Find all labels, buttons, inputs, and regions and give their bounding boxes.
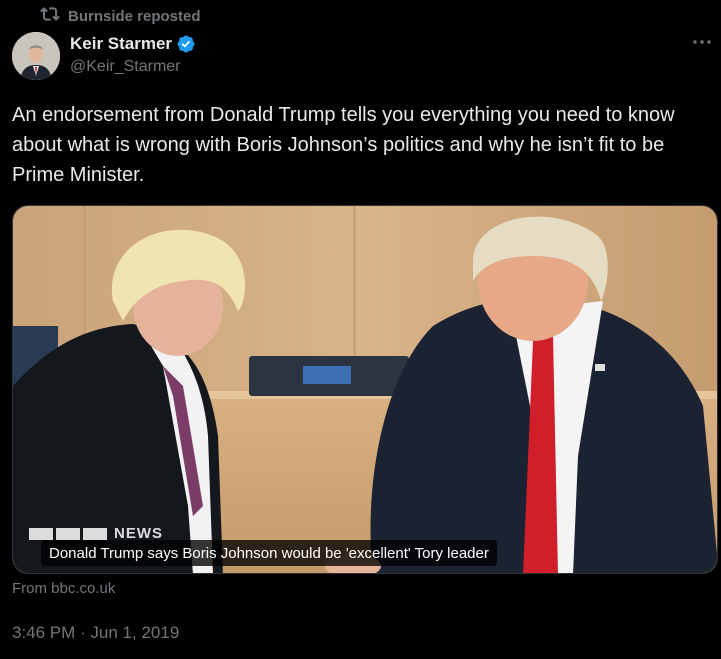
tweet-timestamp[interactable]: 3:46 PM · Jun 1, 2019	[12, 623, 179, 643]
author-name[interactable]: Keir Starmer	[70, 34, 172, 54]
tweet-text: An endorsement from Donald Trump tells y…	[12, 104, 675, 186]
repost-icon	[40, 4, 60, 28]
author-handle[interactable]: @Keir_Starmer	[70, 58, 196, 76]
link-card-image[interactable]: NEWS Donald Trump says Boris Johnson wou…	[12, 205, 718, 574]
avatar[interactable]	[12, 32, 60, 80]
verified-badge-icon[interactable]	[176, 34, 196, 54]
repost-label: Burnside reposted	[68, 7, 201, 25]
repost-indicator[interactable]: Burnside reposted	[40, 6, 201, 26]
link-card-title[interactable]: Donald Trump says Boris Johnson would be…	[41, 540, 497, 566]
link-source[interactable]: From bbc.co.uk	[12, 580, 115, 597]
news-photo	[13, 206, 717, 573]
bbc-news-logo: NEWS	[29, 528, 163, 540]
more-options-icon[interactable]	[691, 32, 713, 52]
